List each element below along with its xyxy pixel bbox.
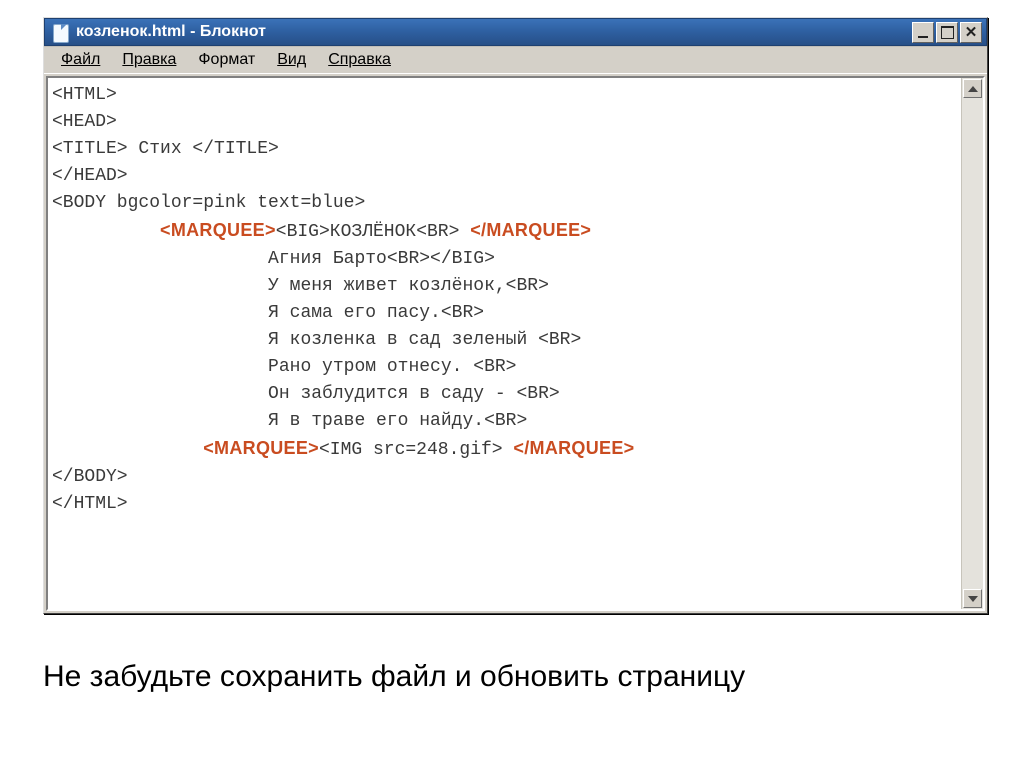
marquee-close-1: </MARQUEE> xyxy=(470,220,591,240)
code-l14-mid: <IMG src=248.gif> xyxy=(319,440,503,460)
code-l03: <TITLE> Стих </TITLE> xyxy=(52,139,279,159)
code-l12: Он заблудится в саду - <BR> xyxy=(52,384,560,404)
code-l15: </BODY> xyxy=(52,467,128,487)
window-title: козленок.html - Блокнот xyxy=(76,23,912,41)
titlebar[interactable]: козленок.html - Блокнот ✕ xyxy=(44,18,987,46)
code-l16: </HTML> xyxy=(52,494,128,514)
slide-caption: Не забудьте сохранить файл и обновить ст… xyxy=(43,660,745,694)
menu-edit[interactable]: Правка xyxy=(111,49,187,71)
minimize-button[interactable] xyxy=(912,22,934,43)
scroll-up-button[interactable] xyxy=(963,79,982,98)
code-l09: Я сама его пасу.<BR> xyxy=(52,303,484,323)
menu-help-label: Справка xyxy=(328,51,391,68)
menu-file[interactable]: Файл xyxy=(50,49,111,71)
menu-view[interactable]: Вид xyxy=(266,49,317,71)
slide: козленок.html - Блокнот ✕ Файл Правка Фо… xyxy=(0,0,1024,768)
menu-file-label: Файл xyxy=(61,51,100,68)
menu-edit-label: Правка xyxy=(122,51,176,68)
marquee-open-1: <MARQUEE> xyxy=(160,220,276,240)
code-l11: Рано утром отнесу. <BR> xyxy=(52,357,516,377)
vertical-scrollbar[interactable] xyxy=(961,78,983,609)
code-l13: Я в траве его найду.<BR> xyxy=(52,411,527,431)
maximize-button[interactable] xyxy=(936,22,958,43)
code-l01: <HTML> xyxy=(52,85,117,105)
code-l05: <BODY bgcolor=pink text=blue> xyxy=(52,193,365,213)
client-area: <HTML> <HEAD> <TITLE> Стих </TITLE> </HE… xyxy=(46,76,985,611)
marquee-close-2: </MARQUEE> xyxy=(513,438,634,458)
marquee-open-2: <MARQUEE> xyxy=(203,438,319,458)
code-l10: Я козленка в сад зеленый <BR> xyxy=(52,330,581,350)
code-l06-pre xyxy=(52,222,160,242)
code-l07: Агния Барто<BR></BIG> xyxy=(52,249,495,269)
notepad-window: козленок.html - Блокнот ✕ Файл Правка Фо… xyxy=(43,17,988,614)
code-l14-pre xyxy=(52,440,203,460)
menu-view-label: Вид xyxy=(277,51,306,68)
code-l06-mid: <BIG>КОЗЛЁНОК<BR> xyxy=(276,222,460,242)
notepad-icon xyxy=(51,22,69,42)
scroll-down-button[interactable] xyxy=(963,589,982,608)
code-l04: </HEAD> xyxy=(52,166,128,186)
menu-format[interactable]: Формат xyxy=(187,49,266,71)
code-l08: У меня живет козлёнок,<BR> xyxy=(52,276,549,296)
code-l02: <HEAD> xyxy=(52,112,117,132)
window-buttons: ✕ xyxy=(912,22,982,43)
close-button[interactable]: ✕ xyxy=(960,22,982,43)
menubar: Файл Правка Формат Вид Справка xyxy=(44,46,987,74)
menu-format-label: Формат xyxy=(198,51,255,68)
menu-help[interactable]: Справка xyxy=(317,49,402,71)
text-editor[interactable]: <HTML> <HEAD> <TITLE> Стих </TITLE> </HE… xyxy=(48,78,962,609)
